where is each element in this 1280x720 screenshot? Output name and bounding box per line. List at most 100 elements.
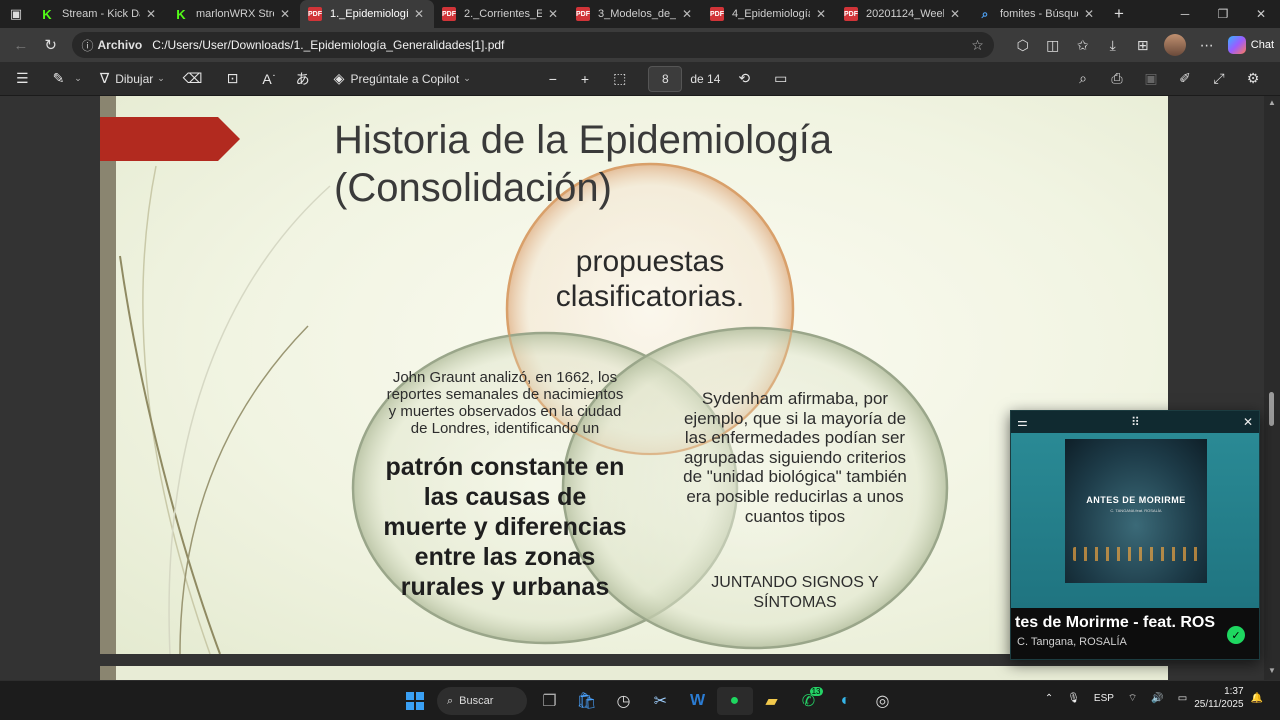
close-tab-icon[interactable]: ✕ <box>948 7 962 21</box>
tab[interactable]: PDF 2._Corrientes_Epid ✕ <box>434 0 568 28</box>
info-icon[interactable]: ⓘ <box>82 37 94 54</box>
microphone-icon[interactable]: 🎙 <box>1067 693 1080 704</box>
tab-label: Stream - Kick Dash <box>62 8 140 20</box>
zoom-in-button[interactable]: + <box>575 66 601 92</box>
spotify-icon[interactable]: ● <box>716 687 753 715</box>
tab-actions-icon[interactable]: ▣ <box>0 0 32 28</box>
favorite-star-icon[interactable]: ☆ <box>971 37 984 54</box>
favorites-icon[interactable]: ✩ <box>1068 37 1098 54</box>
vertical-scrollbar[interactable]: ▲ ▼ <box>1264 96 1280 680</box>
highlight-button[interactable]: ✎ ⌄ <box>47 66 88 92</box>
red-banner <box>100 117 240 161</box>
battery-icon[interactable]: ▭ <box>1178 693 1187 704</box>
tab[interactable]: PDF 20201124_Weekly ✕ <box>836 0 970 28</box>
print-icon[interactable]: ⎙ <box>1100 70 1134 87</box>
search-icon: ⌕ <box>447 694 454 707</box>
miniplayer-header[interactable]: ⚌ ⠿ ✕ <box>1011 411 1259 433</box>
close-tab-icon[interactable]: ✕ <box>412 7 426 21</box>
obs-icon[interactable]: ◎ <box>865 687 901 715</box>
reload-icon[interactable]: ↻ <box>36 30 66 60</box>
slide-page: Historia de la Epidemiología (Consolidac… <box>100 96 1168 654</box>
settings-gear-icon[interactable]: ⚙ <box>1236 70 1270 87</box>
url-field[interactable]: ⓘ Archivo C:/Users/User/Downloads/1._Epi… <box>71 32 994 58</box>
notifications-icon[interactable]: 🔔 <box>1251 693 1263 704</box>
start-button[interactable] <box>397 687 433 715</box>
close-window-icon[interactable]: ✕ <box>1242 7 1280 21</box>
maximize-icon[interactable]: ❐ <box>1204 7 1242 21</box>
page-view-button[interactable]: ▭ <box>768 66 799 92</box>
tab-label: fomites - Búsqued <box>1000 8 1078 20</box>
text-box-icon: ⊡ <box>226 70 239 86</box>
wifi-icon[interactable]: ⌔ <box>1128 692 1137 705</box>
whatsapp-icon[interactable]: ✆ 13 <box>791 687 827 715</box>
snipping-tool-icon[interactable]: ✂ <box>643 687 679 715</box>
draw-button[interactable]: ∇ Dibujar ⌄ <box>94 66 171 92</box>
fit-page-button[interactable]: ⬚ <box>607 66 638 92</box>
close-tab-icon[interactable]: ✕ <box>680 7 694 21</box>
tab-label: marlonWRX Stream <box>196 8 274 20</box>
search-icon[interactable]: ⌕ <box>1066 70 1100 87</box>
downloads-icon[interactable]: ⤓ <box>1098 37 1128 54</box>
tab[interactable]: PDF 4_Epidemiología_ ✕ <box>702 0 836 28</box>
now-playing-info: tes de Morirme - feat. ROS C. Tangana, R… <box>1011 608 1259 659</box>
page-number-input[interactable]: 8 <box>648 65 683 92</box>
rotate-button[interactable]: ⟲ <box>732 66 762 92</box>
language-indicator[interactable]: ESP <box>1094 693 1114 704</box>
close-tab-icon[interactable]: ✕ <box>1082 7 1096 21</box>
cover-subtitle: C. TANGANA feat. ROSALÍA <box>1110 508 1162 513</box>
store-icon[interactable]: 🛍 <box>569 687 605 715</box>
close-tab-icon[interactable]: ✕ <box>814 7 828 21</box>
scrollbar-thumb[interactable] <box>1269 392 1274 426</box>
chevron-up-icon[interactable]: ⌃ <box>1045 693 1053 704</box>
new-tab-button[interactable]: + <box>1104 4 1134 24</box>
song-artist[interactable]: C. Tangana, ROSALÍA <box>1015 636 1255 648</box>
word-icon[interactable]: W <box>680 687 716 715</box>
extensions-icon[interactable]: ⬡ <box>1008 37 1038 54</box>
spotify-miniplayer[interactable]: ⚌ ⠿ ✕ ANTES DE MORIRME C. TANGANA feat. … <box>1010 410 1260 660</box>
fullscreen-icon[interactable]: ⤢ <box>1202 70 1236 87</box>
close-tab-icon[interactable]: ✕ <box>278 7 292 21</box>
added-to-library-icon[interactable]: ✓ <box>1227 626 1245 644</box>
erase-button[interactable]: ⌫ <box>177 66 215 92</box>
translate-button[interactable]: あ <box>290 66 322 92</box>
clock-app-icon[interactable]: ◷ <box>606 687 642 715</box>
avatar[interactable] <box>1163 34 1186 56</box>
left-circle-emphasis: patrón constante en las causas de muerte… <box>383 453 627 601</box>
contents-button[interactable]: ☰ <box>10 66 41 92</box>
split-screen-icon[interactable]: ◫ <box>1038 37 1068 54</box>
sliders-icon[interactable]: ⚌ <box>1017 415 1028 429</box>
tab-label: 20201124_Weekly <box>866 8 944 20</box>
pdf-icon: PDF <box>576 7 590 21</box>
scroll-up-icon[interactable]: ▲ <box>1268 98 1276 107</box>
song-title[interactable]: tes de Morirme - feat. ROS <box>1015 614 1215 632</box>
volume-icon[interactable]: 🔊 <box>1151 693 1163 704</box>
text-button[interactable]: ⊡ <box>221 66 251 92</box>
ask-copilot-button[interactable]: ◈ Pregúntale a Copilot ⌄ <box>328 66 477 92</box>
minimize-icon[interactable]: ─ <box>1166 7 1204 21</box>
close-icon[interactable]: ✕ <box>1243 415 1253 429</box>
zoom-out-button[interactable]: − <box>543 66 569 92</box>
taskbar-search[interactable]: ⌕ Buscar <box>437 687 527 715</box>
tab[interactable]: K marlonWRX Stream ✕ <box>166 0 300 28</box>
more-options-icon[interactable]: ⋯ <box>1192 37 1222 54</box>
copilot-chat-button[interactable]: Chat <box>1227 36 1275 54</box>
read-aloud-button[interactable]: A͘ <box>256 66 283 92</box>
edge-icon[interactable]: ◐ <box>828 687 864 715</box>
drag-handle-icon[interactable]: ⠿ <box>1131 415 1140 429</box>
copilot-chat-label: Chat <box>1250 39 1275 51</box>
tab[interactable]: K Stream - Kick Dash ✕ <box>32 0 166 28</box>
save-as-icon[interactable]: ✐ <box>1168 70 1202 87</box>
close-tab-icon[interactable]: ✕ <box>546 7 560 21</box>
back-icon[interactable]: ← <box>6 30 36 60</box>
file-explorer-icon[interactable]: ▰ <box>754 687 790 715</box>
tab-active[interactable]: PDF 1._Epidemiología_G ✕ <box>300 0 434 28</box>
tab[interactable]: ⌕ fomites - Búsqued ✕ <box>970 0 1104 28</box>
save-icon[interactable]: ▣ <box>1134 70 1168 87</box>
scroll-down-icon[interactable]: ▼ <box>1268 666 1276 675</box>
pdf-icon: PDF <box>308 7 322 21</box>
collections-icon[interactable]: ⊞ <box>1128 37 1158 54</box>
tab[interactable]: PDF 3_Modelos_de_Sal ✕ <box>568 0 702 28</box>
clock[interactable]: 1:37 25/11/2025 <box>1194 685 1243 711</box>
task-view-icon[interactable]: ❐ <box>532 687 568 715</box>
close-tab-icon[interactable]: ✕ <box>144 7 158 21</box>
